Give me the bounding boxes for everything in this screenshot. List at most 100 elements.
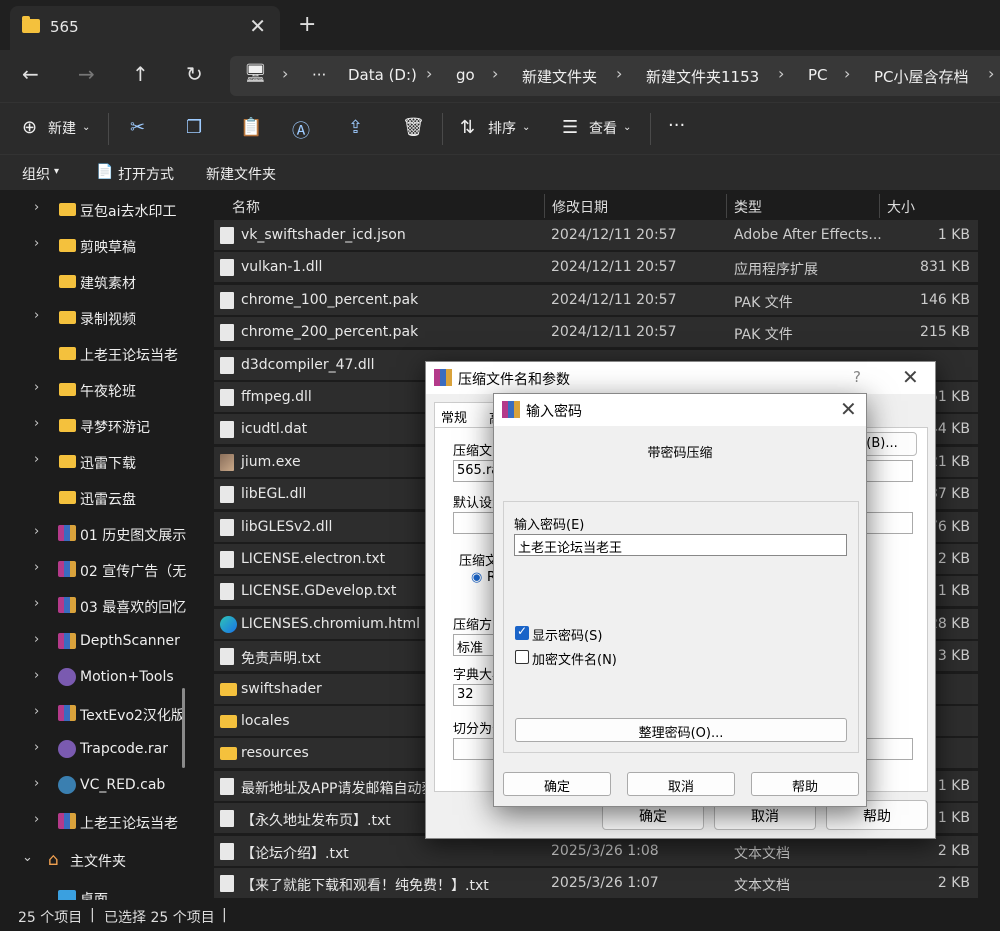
- chevron-right-icon[interactable]: ›: [34, 740, 39, 755]
- sidebar-item[interactable]: › 02 宣传广告（无: [0, 552, 190, 586]
- sidebar-item[interactable]: › Trapcode.rar: [0, 732, 190, 766]
- cell-date: 2024/12/11 20:57: [551, 324, 677, 341]
- sidebar-item[interactable]: › 豆包ai去水印工: [0, 192, 190, 226]
- chevron-right-icon[interactable]: ›: [34, 776, 39, 791]
- help-button[interactable]: 帮助: [751, 772, 859, 796]
- copy-icon[interactable]: ❐: [186, 117, 202, 138]
- column-size[interactable]: 大小: [887, 197, 915, 217]
- sidebar-item[interactable]: › DepthScanner: [0, 624, 190, 658]
- sidebar-item[interactable]: › 迅雷下载: [0, 444, 190, 478]
- table-row[interactable]: chrome_200_percent.pak 2024/12/11 20:57 PA…: [214, 317, 978, 348]
- help-icon[interactable]: ?: [853, 368, 861, 386]
- chevron-right-icon[interactable]: ›: [34, 416, 39, 431]
- sidebar-item[interactable]: › 01 历史图文展示: [0, 516, 190, 550]
- password-input[interactable]: 上老王论坛当老王 ⌄: [514, 534, 847, 556]
- table-row[interactable]: vulkan-1.dll 2024/12/11 20:57 应用程序扩展 831 KB: [214, 252, 978, 283]
- breadcrumb[interactable]: 🖥 › ··· Data (D:) › go › 新建文件夹 › 新建文件夹11…: [230, 56, 1000, 96]
- sidebar-item[interactable]: › 寻梦环游记: [0, 408, 190, 442]
- tab-general[interactable]: 常规: [434, 402, 494, 428]
- breadcrumb-item[interactable]: 新建文件夹1153: [646, 66, 759, 87]
- sidebar-item[interactable]: › 录制视频: [0, 300, 190, 334]
- caret-down-icon: ▾: [54, 166, 60, 177]
- rename-icon[interactable]: Ⓐ: [292, 117, 310, 143]
- sidebar-item[interactable]: 建筑素材: [0, 264, 190, 298]
- application-icon: [220, 453, 234, 471]
- sidebar-scrollbar[interactable]: [182, 688, 185, 768]
- folder-icon: [220, 682, 237, 696]
- chevron-right-icon[interactable]: ›: [34, 632, 39, 647]
- chevron-right-icon[interactable]: ›: [34, 560, 39, 575]
- status-bar: 25 个项目 | 已选择 25 个项目 |: [0, 900, 1000, 931]
- breadcrumb-item[interactable]: 新建文件夹: [522, 66, 597, 87]
- chevron-right-icon[interactable]: ›: [34, 524, 39, 539]
- cut-icon[interactable]: ✂: [130, 117, 145, 138]
- show-password-checkbox[interactable]: [515, 624, 529, 640]
- close-icon[interactable]: ✕: [902, 365, 919, 389]
- breadcrumb-more[interactable]: ···: [312, 66, 326, 84]
- chevron-right-icon[interactable]: ›: [34, 704, 39, 719]
- sidebar-item[interactable]: › 上老王论坛当老: [0, 804, 190, 838]
- chevron-right-icon[interactable]: ›: [34, 812, 39, 827]
- delete-icon[interactable]: 🗑: [402, 117, 425, 138]
- winrar-icon: [502, 401, 520, 418]
- column-type[interactable]: 类型: [734, 197, 762, 217]
- sidebar-item[interactable]: › 03 最喜欢的回忆: [0, 588, 190, 622]
- cell-size: 146 KB: [920, 291, 970, 308]
- chevron-right-icon[interactable]: ›: [34, 308, 39, 323]
- chevron-right-icon[interactable]: ›: [34, 668, 39, 683]
- open-with-button[interactable]: 打开方式: [118, 164, 174, 184]
- sort-button[interactable]: 排序: [488, 118, 516, 138]
- sort-icon: ⇅: [460, 117, 476, 138]
- paste-icon[interactable]: 📋: [240, 117, 262, 138]
- encrypt-names-checkbox[interactable]: [515, 650, 529, 664]
- column-date[interactable]: 修改日期: [552, 197, 608, 217]
- chevron-down-icon[interactable]: ⌄: [518, 536, 841, 550]
- forward-button[interactable]: →: [78, 62, 95, 86]
- sidebar-item-home[interactable]: ⌄ ⌂ 主文件夹: [0, 842, 190, 876]
- cancel-button[interactable]: 取消: [627, 772, 735, 796]
- close-icon[interactable]: ✕: [840, 397, 857, 421]
- up-button[interactable]: ↑: [132, 62, 149, 86]
- sidebar-item[interactable]: › TextEvo2汉化版: [0, 696, 190, 730]
- radio-rar[interactable]: ◉: [471, 570, 482, 585]
- back-button[interactable]: ←: [22, 62, 39, 86]
- chevron-down-icon[interactable]: ⌄: [22, 850, 33, 865]
- sidebar-item-desktop[interactable]: 桌面: [0, 880, 190, 900]
- home-icon: ⌂: [48, 850, 59, 870]
- selected-count: 已选择 25 个项目: [104, 910, 215, 926]
- share-icon[interactable]: ⇪: [348, 117, 363, 138]
- chevron-right-icon[interactable]: ›: [34, 596, 39, 611]
- breadcrumb-item[interactable]: Data (D:): [348, 66, 417, 84]
- more-options-button[interactable]: ···: [668, 115, 685, 136]
- column-name[interactable]: 名称: [232, 197, 260, 217]
- sidebar-item[interactable]: › 午夜轮班: [0, 372, 190, 406]
- organize-button[interactable]: 组织: [22, 164, 50, 184]
- refresh-button[interactable]: ↻: [186, 62, 203, 86]
- chevron-right-icon[interactable]: ›: [34, 200, 39, 215]
- view-button[interactable]: 查看: [589, 118, 617, 138]
- new-button[interactable]: 新建: [48, 118, 76, 138]
- sidebar-item[interactable]: › VC_RED.cab: [0, 768, 190, 802]
- table-row[interactable]: vk_swiftshader_icd.json 2024/12/11 20:57 A…: [214, 220, 978, 250]
- chevron-right-icon[interactable]: ›: [34, 236, 39, 251]
- chevron-right-icon[interactable]: ›: [34, 380, 39, 395]
- breadcrumb-item[interactable]: PC: [808, 66, 828, 84]
- folder-icon: [59, 239, 76, 252]
- sidebar-item[interactable]: 迅雷云盘: [0, 480, 190, 514]
- sidebar-item[interactable]: › 剪映草稿: [0, 228, 190, 262]
- breadcrumb-item[interactable]: go: [456, 66, 475, 84]
- sidebar-item[interactable]: › Motion+Tools: [0, 660, 190, 694]
- ok-button[interactable]: 确定: [503, 772, 611, 796]
- organize-passwords-button[interactable]: 整理密码(O)...: [515, 718, 847, 742]
- new-folder-button[interactable]: 新建文件夹: [206, 164, 276, 184]
- folder-icon: [59, 455, 76, 468]
- sidebar-item[interactable]: 上老王论坛当老: [0, 336, 190, 370]
- breadcrumb-item[interactable]: PC小屋含存档: [874, 66, 969, 87]
- new-tab-button[interactable]: +: [298, 12, 316, 37]
- tab-current[interactable]: 565 ✕: [10, 6, 280, 50]
- tab-close-button[interactable]: ✕: [249, 14, 266, 38]
- table-row[interactable]: 【来了就能下载和观看！纯免费！】.txt 2025/3/26 1:07 文本文档 2 …: [214, 868, 978, 898]
- table-row[interactable]: chrome_100_percent.pak 2024/12/11 20:57 PA…: [214, 284, 978, 315]
- table-row[interactable]: 【论坛介绍】.txt 2025/3/26 1:08 文本文档 2 KB: [214, 835, 978, 866]
- chevron-right-icon[interactable]: ›: [34, 452, 39, 467]
